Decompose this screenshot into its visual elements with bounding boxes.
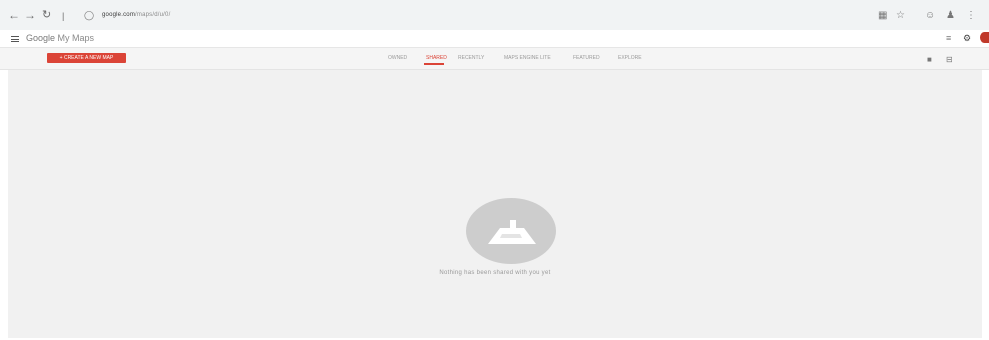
profile-icon[interactable]: ☺ <box>925 10 935 21</box>
active-tab-indicator <box>424 63 444 65</box>
tab-owned[interactable]: OWNED <box>388 55 407 61</box>
create-map-button[interactable]: + CREATE A NEW MAP <box>47 53 126 63</box>
app-title: Google My Maps <box>26 33 94 43</box>
empty-state-text: Nothing has been shared with you yet <box>439 270 551 276</box>
star-icon[interactable]: ☆ <box>896 10 905 21</box>
tab-shared[interactable]: SHARED <box>426 55 447 61</box>
browser-toolbar: ← → ↻ | ◯ google.com/maps/d/u/0/ ▦ ☆ ☺ ♟… <box>0 0 989 30</box>
shared-map-icon <box>488 220 536 244</box>
app-header: Google My Maps ≡ ⚙ <box>0 30 989 48</box>
tab-featured[interactable]: FEATURED <box>573 55 600 61</box>
person-icon[interactable]: ♟ <box>946 10 955 21</box>
grid-view-icon[interactable]: ⊟ <box>946 55 953 64</box>
list-view-icon[interactable]: ■ <box>927 55 932 64</box>
maps-list-area: Nothing has been shared with you yet <box>8 70 982 338</box>
app-title-product: My Maps <box>57 33 95 43</box>
maps-toolbar: + CREATE A NEW MAP OWNED SHARED RECENTLY… <box>0 48 989 70</box>
app-title-brand: Google <box>26 33 56 43</box>
avatar[interactable] <box>980 32 989 43</box>
tab-explore[interactable]: EXPLORE <box>618 55 642 61</box>
extensions-icon[interactable]: ▦ <box>878 10 887 21</box>
menu-icon[interactable]: ⋮ <box>966 10 976 21</box>
site-info-icon[interactable]: ◯ <box>84 10 94 20</box>
back-icon[interactable]: ← <box>8 9 20 21</box>
hamburger-icon[interactable] <box>11 36 19 42</box>
reload-icon[interactable]: ↻ <box>42 9 51 21</box>
url-host: google.com <box>102 12 136 18</box>
address-bar[interactable]: google.com/maps/d/u/0/ <box>102 12 170 18</box>
apps-icon[interactable]: ≡ <box>946 33 951 43</box>
empty-state-illustration <box>466 198 556 264</box>
separator: | <box>62 11 65 21</box>
tab-recently[interactable]: RECENTLY <box>458 55 484 61</box>
url-path: /maps/d/u/0/ <box>135 12 171 18</box>
settings-icon[interactable]: ⚙ <box>963 33 971 44</box>
tab-maps-engine-lite[interactable]: MAPS ENGINE LITE <box>504 55 551 61</box>
forward-icon[interactable]: → <box>24 9 36 21</box>
